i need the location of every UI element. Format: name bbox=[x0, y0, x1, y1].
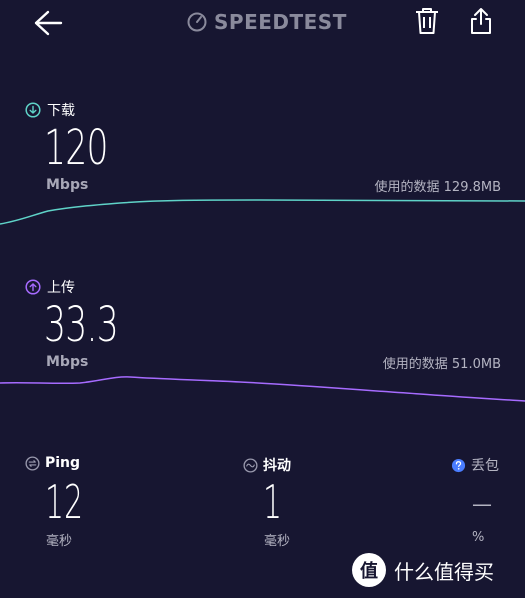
loss-label-row: 丢包 bbox=[451, 455, 499, 475]
watermark: 值 什么值得买 bbox=[352, 553, 494, 587]
upload-value: 33.3 bbox=[44, 297, 119, 353]
loss-label: 丢包 bbox=[471, 458, 499, 474]
watermark-text: 什么值得买 bbox=[394, 559, 494, 584]
upload-arrow-icon bbox=[25, 279, 41, 295]
trash-icon[interactable] bbox=[413, 6, 441, 36]
help-question-icon[interactable] bbox=[451, 458, 466, 473]
loss-unit: % bbox=[472, 530, 485, 545]
upload-label: 上传 bbox=[47, 280, 75, 296]
download-arrow-icon bbox=[25, 102, 41, 118]
speedometer-icon bbox=[187, 12, 207, 32]
download-label-row: 下载 bbox=[25, 100, 75, 120]
ping-label-row: Ping bbox=[25, 455, 80, 471]
share-icon[interactable] bbox=[467, 6, 495, 36]
jitter-value: 1 bbox=[263, 475, 283, 529]
ping-unit: 毫秒 bbox=[46, 534, 73, 549]
download-value: 120 bbox=[44, 120, 109, 176]
jitter-label: 抖动 bbox=[263, 458, 291, 474]
jitter-wave-icon bbox=[243, 457, 258, 473]
ping-value: 12 bbox=[45, 475, 84, 529]
app-title: SPEEDTEST bbox=[214, 10, 347, 34]
app-logo: SPEEDTEST bbox=[186, 10, 347, 34]
upload-graph bbox=[0, 376, 525, 402]
back-arrow-icon[interactable] bbox=[30, 8, 64, 38]
download-label: 下载 bbox=[47, 103, 75, 119]
jitter-label-row: 抖动 bbox=[243, 455, 291, 475]
download-graph bbox=[0, 199, 525, 225]
ping-icon bbox=[25, 455, 40, 471]
upload-label-row: 上传 bbox=[25, 277, 75, 297]
watermark-logo-char: 值 bbox=[360, 561, 378, 582]
jitter-unit: 毫秒 bbox=[264, 534, 291, 549]
loss-value: — bbox=[472, 492, 492, 516]
watermark-logo: 值 bbox=[352, 553, 386, 587]
ping-label: Ping bbox=[45, 455, 81, 471]
